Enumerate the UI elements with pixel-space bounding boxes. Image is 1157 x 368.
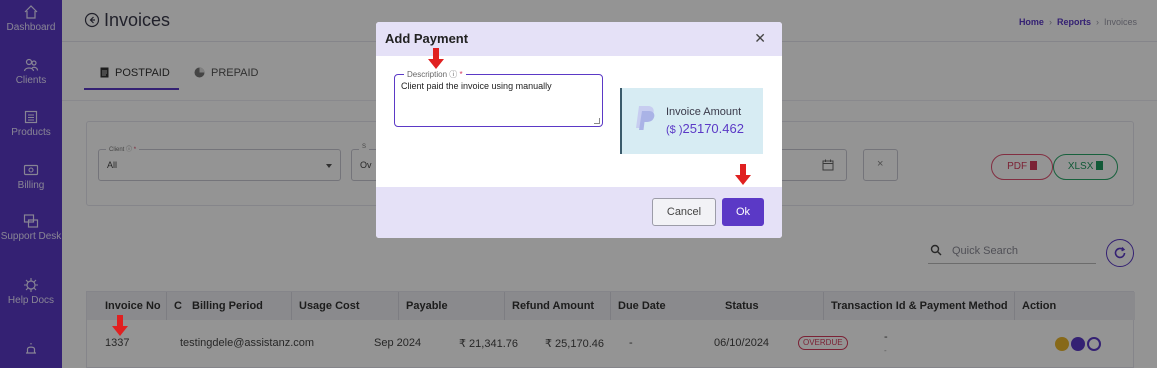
invoice-amount-card: Invoice Amount ($ )25170.462: [620, 88, 763, 154]
currency-symbol: ($ ): [666, 124, 683, 136]
description-field: Description ⓘ * Client paid the invoice …: [394, 69, 603, 127]
invoice-amount-value: ($ )25170.462: [666, 121, 744, 136]
description-label: Description ⓘ *: [404, 69, 466, 80]
dialog-title: Add Payment: [385, 31, 469, 46]
close-icon[interactable]: ✕: [754, 30, 766, 47]
amount-number: 25170.462: [682, 121, 744, 136]
cancel-button[interactable]: Cancel: [652, 198, 716, 226]
paypal-icon: [636, 106, 655, 130]
ok-button[interactable]: Ok: [722, 198, 764, 226]
app-root: Dashboard Clients Products Billing Suppo…: [0, 0, 1157, 368]
resize-handle[interactable]: [594, 118, 600, 124]
invoice-amount-label: Invoice Amount: [666, 106, 742, 118]
description-input[interactable]: Client paid the invoice using manually: [401, 81, 595, 121]
